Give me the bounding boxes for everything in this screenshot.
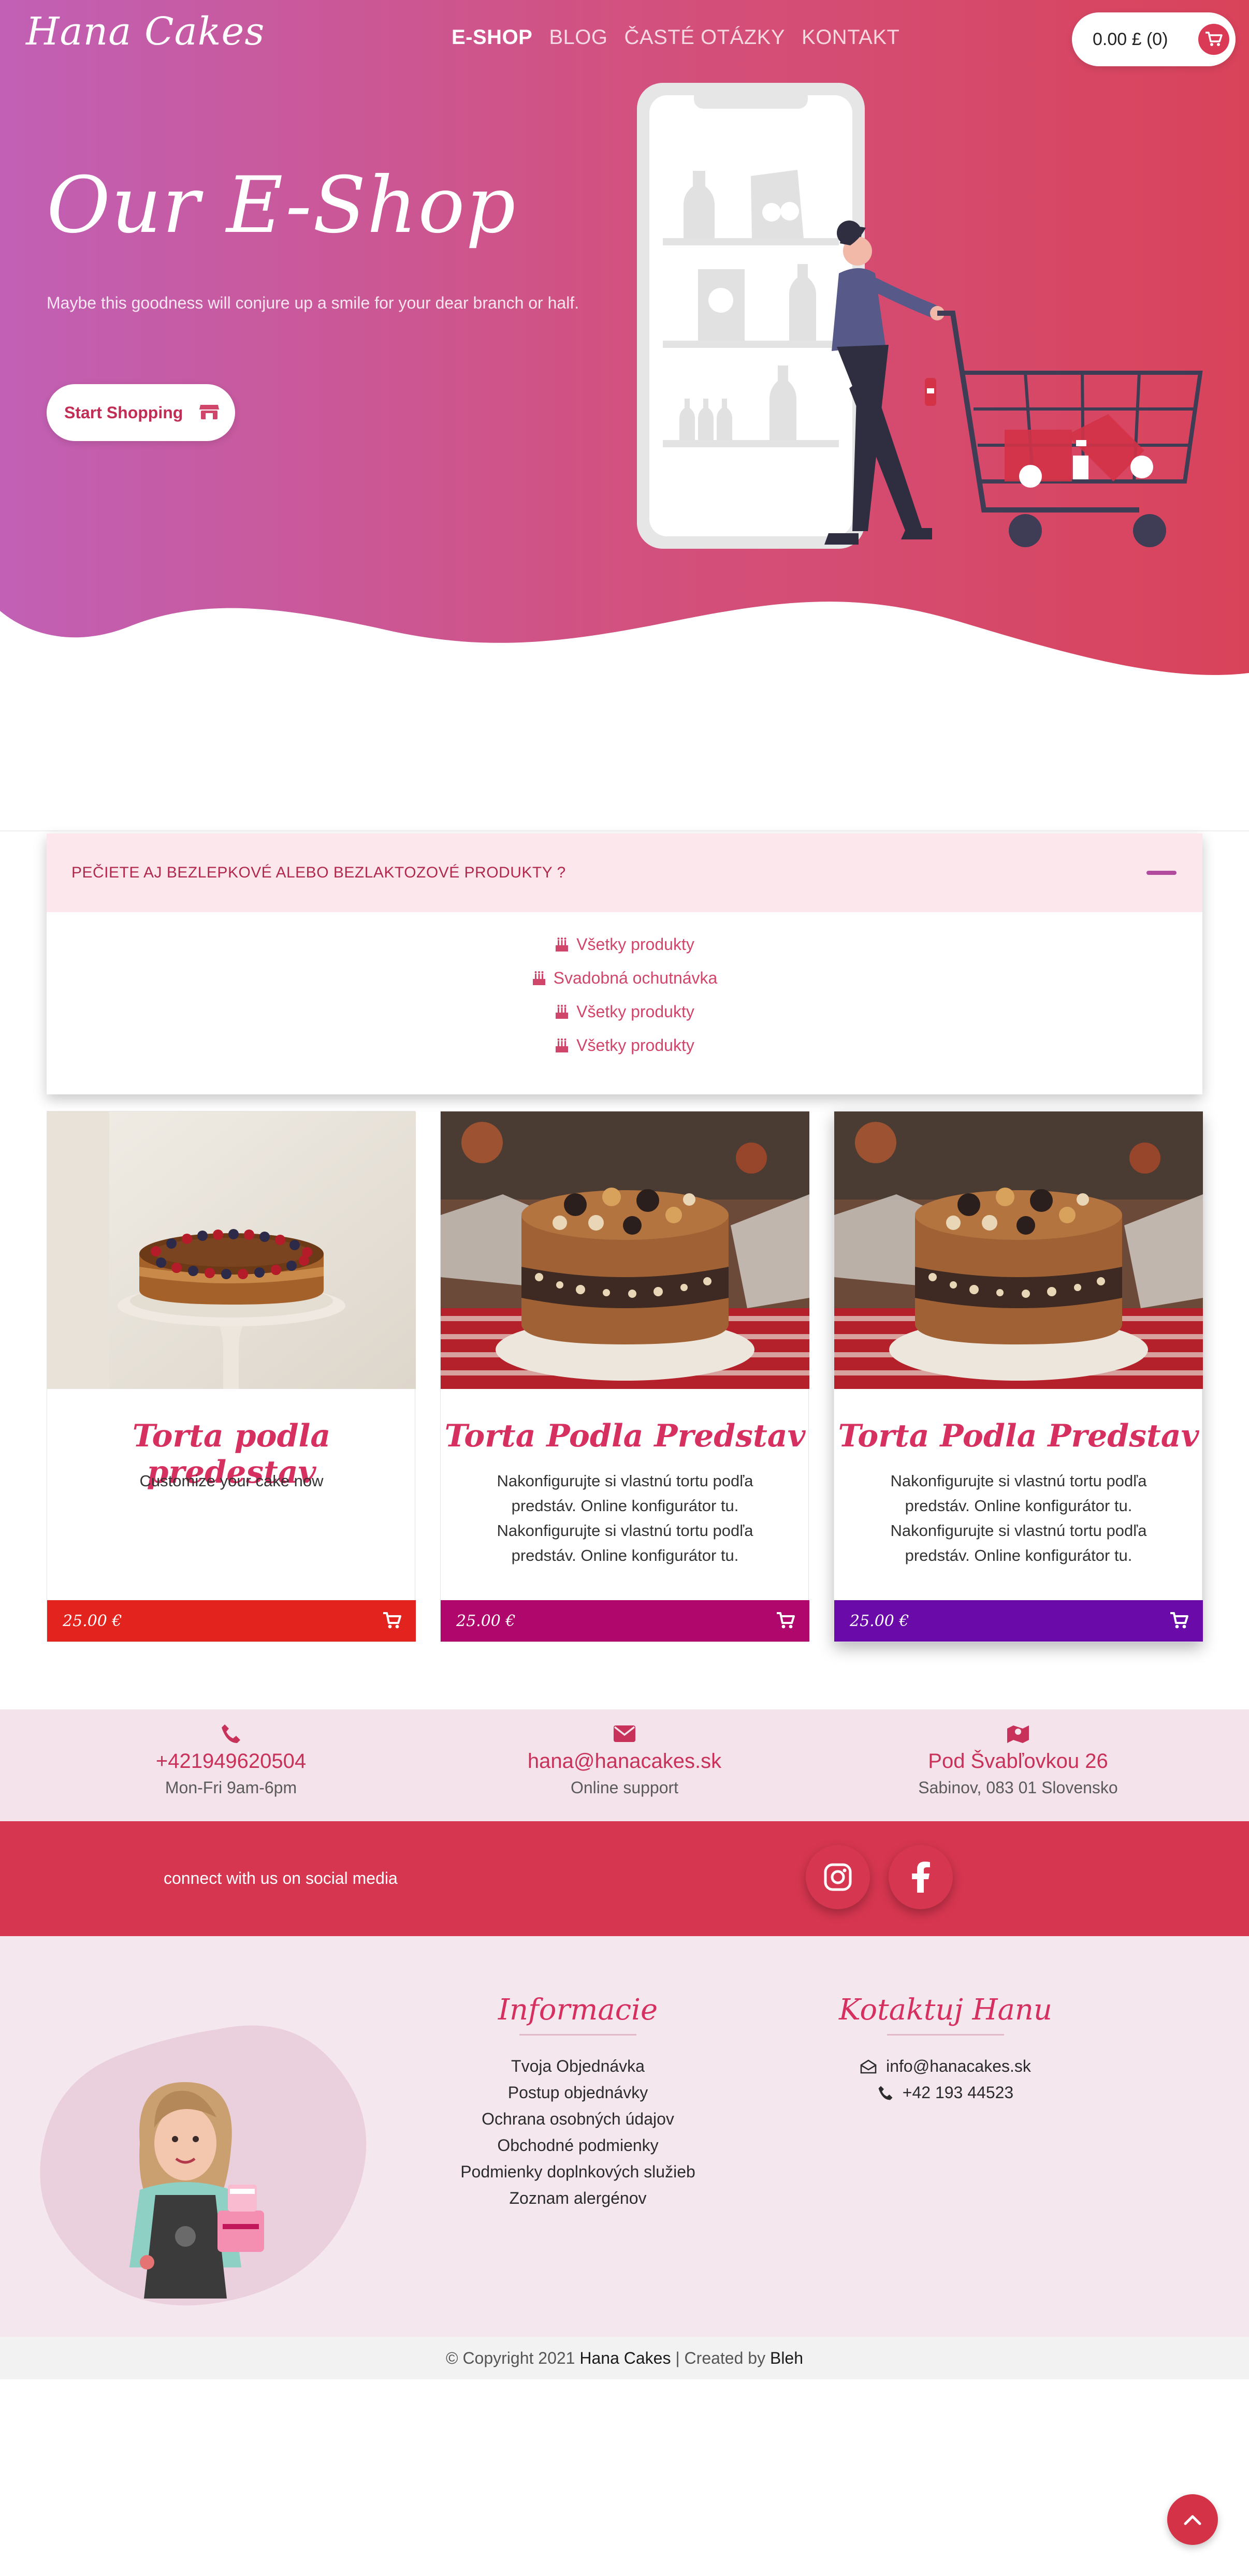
footer-link[interactable]: Podmienky doplnkových služieb — [433, 2159, 723, 2185]
title-underline — [887, 2034, 1004, 2036]
footer-link[interactable]: Tvoja Objednávka — [433, 2053, 723, 2080]
hero-section: Hana Cakes E-SHOP BLOG ČASTÉ OTÁZKY KONT… — [0, 0, 1249, 694]
instagram-icon[interactable] — [806, 1845, 870, 1909]
footer-phone[interactable]: +42 193 44523 — [811, 2080, 1080, 2106]
birthday-cake-icon — [556, 1038, 569, 1052]
contact-city: Sabinov, 083 01 Slovensko — [918, 1778, 1118, 1797]
social-caption: connect with us on social media — [164, 1869, 398, 1887]
start-shopping-label: Start Shopping — [64, 403, 183, 422]
product-card[interactable]: Torta Podla Predstav Nakonfigurujte si v… — [834, 1111, 1203, 1642]
product-price: 25.00 € — [63, 1612, 122, 1630]
category-label: Všetky produkty — [576, 935, 694, 954]
contact-email: hana@hanacakes.sk Online support — [469, 1721, 780, 1797]
footer-info-column: Informacie Tvoja Objednávka Postup objed… — [433, 1993, 723, 2212]
start-shopping-button[interactable]: Start Shopping — [47, 384, 235, 441]
phone-icon — [878, 2086, 893, 2100]
copyright-author-link[interactable]: Bleh — [770, 2349, 803, 2368]
copyright-prefix: © Copyright 2021 — [445, 2348, 575, 2367]
site-logo[interactable]: Hana Cakes — [26, 9, 265, 54]
product-description: Nakonfigurujte si vlastnú tortu podľa pr… — [497, 1472, 753, 1564]
contact-phone-hours: Mon-Fri 9am-6pm — [165, 1778, 297, 1797]
nav-blog[interactable]: BLOG — [549, 26, 607, 49]
product-price-bar[interactable]: 25.00 € — [441, 1600, 809, 1642]
add-to-cart-icon[interactable] — [1170, 1612, 1188, 1632]
footer-email-text: info@hanacakes.sk — [886, 2057, 1031, 2075]
section-divider — [0, 830, 1249, 831]
map-marker-icon — [863, 1721, 1173, 1747]
birthday-cake-icon — [556, 937, 569, 952]
birthday-cake-icon — [556, 1004, 569, 1019]
contact-phone: +421949620504 Mon-Fri 9am-6pm — [76, 1721, 386, 1797]
nav-faq[interactable]: ČASTÉ OTÁZKY — [624, 26, 786, 49]
copyright-mid: | Created by — [675, 2348, 766, 2367]
product-card[interactable]: Torta Podla Predstav Nakonfigurujte si v… — [440, 1111, 809, 1642]
contact-phone-number[interactable]: +421949620504 — [76, 1750, 386, 1773]
product-title[interactable]: Torta Podla Predstav — [441, 1418, 809, 1454]
category-link[interactable]: Všetky produkty — [555, 1036, 694, 1055]
accordion-header[interactable]: PEČIETE AJ BEZLEPKOVÉ ALEBO BEZLAKTOZOVÉ… — [47, 833, 1202, 912]
faq-accordion: PEČIETE AJ BEZLEPKOVÉ ALEBO BEZLAKTOZOVÉ… — [47, 833, 1202, 1094]
footer-contact-column: Kotaktuj Hanu info@hanacakes.sk +42 193 … — [811, 1993, 1080, 2106]
birthday-cake-icon — [532, 971, 545, 985]
category-list: Všetky produkty Svadobná ochutnávka Všet… — [47, 912, 1202, 1055]
chevron-up-icon — [1184, 2515, 1201, 2525]
category-link[interactable]: Všetky produkty — [555, 1002, 694, 1021]
contact-email-address[interactable]: hana@hanacakes.sk — [469, 1750, 780, 1773]
collapse-minus-icon[interactable] — [1146, 871, 1177, 875]
add-to-cart-icon[interactable] — [383, 1612, 401, 1632]
mascot-illustration — [40, 2025, 367, 2306]
nav-contact[interactable]: KONTAKT — [802, 26, 899, 49]
hero-title: Our E-Shop — [47, 160, 517, 251]
product-description: Nakonfigurujte si vlastnú tortu podľa pr… — [890, 1472, 1147, 1564]
product-card[interactable]: Torta podla predestav Customize your cak… — [47, 1111, 416, 1642]
footer-info-title: Informacie — [498, 1993, 658, 2027]
add-to-cart-icon[interactable] — [776, 1612, 795, 1632]
contact-street: Pod Švabľovkou 26 — [928, 1750, 1108, 1773]
footer-link[interactable]: Postup objednávky — [433, 2080, 723, 2106]
shopping-illustration — [637, 83, 1203, 549]
product-image[interactable] — [47, 1111, 416, 1389]
nav-eshop[interactable]: E-SHOP — [452, 26, 532, 49]
cart-total: 0.00 £ (0) — [1093, 29, 1168, 49]
copyright-brand-link[interactable]: Hana Cakes — [579, 2349, 671, 2368]
product-price-bar[interactable]: 25.00 € — [47, 1600, 416, 1642]
footer-link[interactable]: Zoznam alergénov — [433, 2185, 723, 2212]
social-bar: connect with us on social media — [0, 1821, 1249, 1936]
category-link[interactable]: Svadobná ochutnávka — [532, 969, 718, 988]
product-image[interactable] — [441, 1111, 809, 1389]
footer-link[interactable]: Obchodné podmienky — [433, 2132, 723, 2159]
scroll-to-top-button[interactable] — [1167, 2494, 1218, 2545]
category-link[interactable]: Všetky produkty — [555, 935, 694, 954]
contact-email-sub: Online support — [570, 1778, 679, 1797]
product-title[interactable]: Torta Podla Predstav — [834, 1418, 1203, 1454]
title-underline — [519, 2034, 636, 2036]
main-nav: E-SHOP BLOG ČASTÉ OTÁZKY KONTAKT — [452, 26, 899, 49]
footer-contact-title: Kotaktuj Hanu — [839, 1993, 1052, 2027]
hero-subtitle: Maybe this goodness will conjure up a sm… — [47, 294, 579, 312]
site-footer: Informacie Tvoja Objednávka Postup objed… — [0, 1936, 1249, 2337]
cart-button[interactable]: 0.00 £ (0) — [1072, 12, 1236, 66]
footer-phone-text: +42 193 44523 — [902, 2083, 1014, 2102]
category-label: Všetky produkty — [576, 1036, 694, 1055]
footer-link[interactable]: Ochrana osobných údajov — [433, 2106, 723, 2132]
product-price-bar[interactable]: 25.00 € — [834, 1600, 1203, 1642]
envelope-open-icon — [860, 2059, 877, 2073]
product-image[interactable] — [834, 1111, 1203, 1389]
cart-icon[interactable] — [1198, 24, 1229, 55]
facebook-icon[interactable] — [889, 1845, 953, 1909]
product-price: 25.00 € — [850, 1612, 909, 1630]
category-label: Svadobná ochutnávka — [553, 969, 718, 987]
product-price: 25.00 € — [456, 1612, 516, 1630]
category-label: Všetky produkty — [576, 1002, 694, 1021]
product-description: Customize your cake now — [139, 1472, 324, 1490]
accordion-question: PEČIETE AJ BEZLEPKOVÉ ALEBO BEZLAKTOZOVÉ… — [71, 864, 566, 881]
store-icon — [199, 404, 220, 425]
copyright-bar: © Copyright 2021 Hana Cakes | Created by… — [0, 2337, 1249, 2379]
contact-strip: +421949620504 Mon-Fri 9am-6pm hana@hanac… — [0, 1709, 1249, 1821]
contact-address: Pod Švabľovkou 26 Sabinov, 083 01 Sloven… — [863, 1721, 1173, 1797]
footer-email[interactable]: info@hanacakes.sk — [811, 2053, 1080, 2080]
phone-icon — [76, 1721, 386, 1747]
envelope-icon — [469, 1721, 780, 1747]
